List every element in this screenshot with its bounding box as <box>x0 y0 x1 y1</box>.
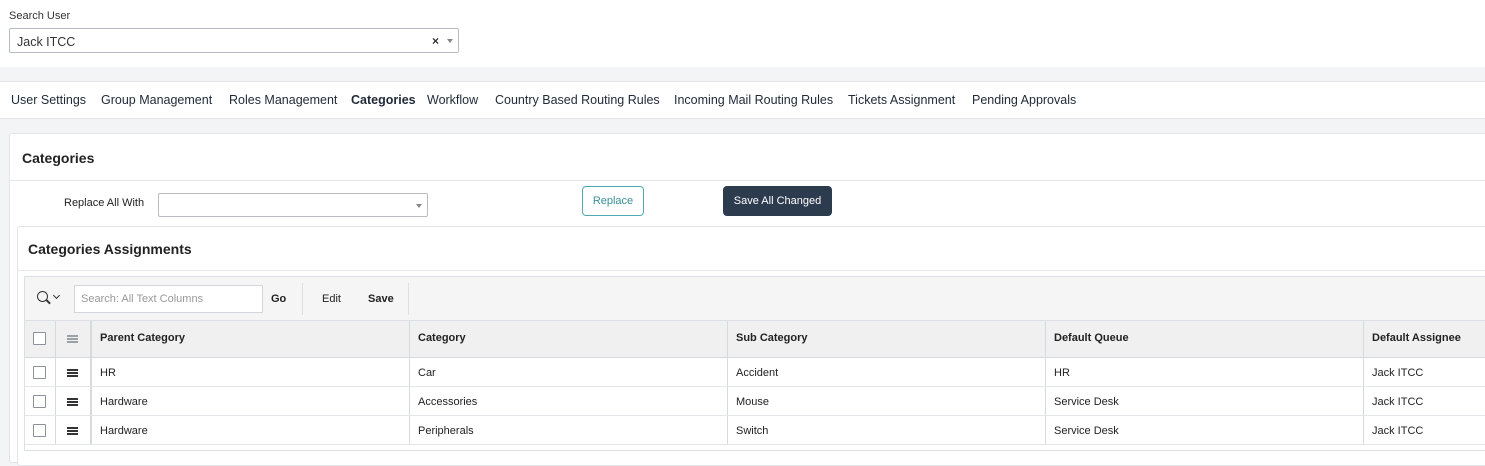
categories-title: Categories <box>22 150 95 166</box>
row-checkbox[interactable] <box>33 424 46 437</box>
tab-workflow[interactable]: Workflow <box>427 93 478 107</box>
tab-country-based-routing-rules[interactable]: Country Based Routing Rules <box>495 93 660 107</box>
chevron-down-icon[interactable] <box>447 39 453 43</box>
categories-assignments-panel: Categories Assignments Search: All Text … <box>17 226 1485 466</box>
tab-tickets-assignment[interactable]: Tickets Assignment <box>848 93 955 107</box>
cell-default-queue: Service Desk <box>1054 425 1119 437</box>
row-actions-icon[interactable] <box>67 398 78 406</box>
toolbar-separator <box>408 283 409 315</box>
search-user-label: Search User <box>9 10 71 22</box>
tab-pending-approvals[interactable]: Pending Approvals <box>972 93 1076 107</box>
replace-all-with-select[interactable] <box>158 193 428 217</box>
edit-button[interactable]: Edit <box>322 293 341 305</box>
cell-sub-category: Switch <box>736 425 769 437</box>
row-actions-icon <box>67 335 78 343</box>
row-checkbox[interactable] <box>33 366 46 379</box>
cell-parent-category: Hardware <box>100 425 148 437</box>
cell-category: Car <box>418 367 436 379</box>
cell-parent-category: Hardware <box>100 396 148 408</box>
grid-header: Parent Category Category Sub Category De… <box>25 321 1485 358</box>
replace-all-with-label: Replace All With <box>64 197 145 209</box>
cell-sub-category: Mouse <box>736 396 770 408</box>
chevron-down-icon[interactable] <box>416 204 422 208</box>
tab-group-management[interactable]: Group Management <box>101 93 212 107</box>
tab-user-settings[interactable]: User Settings <box>11 93 86 107</box>
grid-toolbar: Search: All Text Columns Go Edit Save <box>25 277 1485 321</box>
toolbar-separator <box>302 283 303 315</box>
categories-assignments-title: Categories Assignments <box>28 241 192 257</box>
row-actions-icon[interactable] <box>67 369 78 377</box>
divider <box>18 270 1485 271</box>
column-header-category[interactable]: Category <box>418 332 466 344</box>
admin-tabs: User Settings Group Management Roles Man… <box>0 81 1485 119</box>
search-user-section: Search User Jack ITCC × <box>0 0 1485 67</box>
table-row[interactable]: Hardware Accessories Mouse Service Desk … <box>25 387 1485 416</box>
cell-sub-category: Accident <box>736 367 779 379</box>
cell-default-queue: Service Desk <box>1054 396 1119 408</box>
cell-default-assignee: Jack ITCC <box>1372 396 1424 408</box>
cell-default-queue: HR <box>1054 367 1070 379</box>
select-all-checkbox[interactable] <box>33 332 46 345</box>
table-row[interactable]: HR Car Accident HR Jack ITCC <box>25 358 1485 387</box>
cell-default-assignee: Jack ITCC <box>1372 367 1424 379</box>
row-checkbox[interactable] <box>33 395 46 408</box>
save-all-changed-button[interactable]: Save All Changed <box>723 186 832 216</box>
chevron-down-icon <box>52 291 61 300</box>
column-header-default-queue[interactable]: Default Queue <box>1054 332 1129 344</box>
search-user-value: Jack ITCC <box>17 35 76 49</box>
cell-category: Peripherals <box>418 425 474 437</box>
cell-parent-category: HR <box>100 367 116 379</box>
clear-icon[interactable]: × <box>432 34 439 48</box>
tab-roles-management[interactable]: Roles Management <box>229 93 337 107</box>
grid-search-input[interactable]: Search: All Text Columns <box>74 285 263 313</box>
cell-default-assignee: Jack ITCC <box>1372 425 1424 437</box>
assignments-grid: Search: All Text Columns Go Edit Save Pa… <box>24 276 1485 451</box>
categories-panel: Categories Replace All With Replace Save… <box>9 133 1485 466</box>
search-user-select[interactable]: Jack ITCC × <box>9 28 459 53</box>
column-header-default-assignee[interactable]: Default Assignee <box>1372 332 1461 344</box>
search-column-menu[interactable] <box>37 291 65 307</box>
tab-incoming-mail-routing-rules[interactable]: Incoming Mail Routing Rules <box>674 93 833 107</box>
divider <box>10 180 1485 181</box>
replace-button[interactable]: Replace <box>582 186 644 216</box>
cell-category: Accessories <box>418 396 478 408</box>
row-actions-icon[interactable] <box>67 427 78 435</box>
column-header-parent-category[interactable]: Parent Category <box>100 332 185 344</box>
save-button[interactable]: Save <box>368 293 394 305</box>
column-header-sub-category[interactable]: Sub Category <box>736 332 808 344</box>
tab-categories[interactable]: Categories <box>351 93 416 107</box>
go-button[interactable]: Go <box>271 293 286 305</box>
table-row[interactable]: Hardware Peripherals Switch Service Desk… <box>25 416 1485 445</box>
